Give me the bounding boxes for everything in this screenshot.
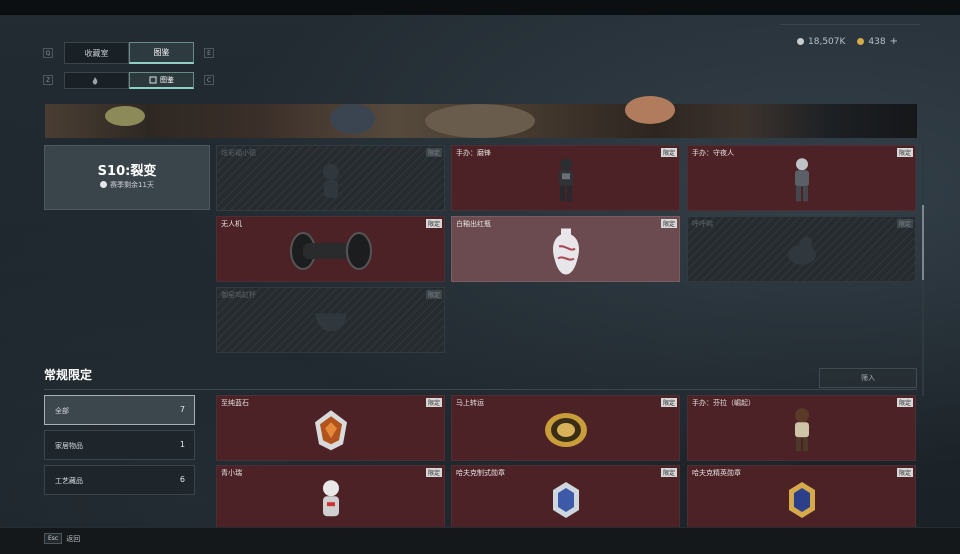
card-name: 无人机 — [221, 220, 242, 228]
collection-card[interactable]: 白釉出红瓶 限定 — [451, 216, 680, 282]
collection-card[interactable]: 哈夫克制式勋章 限定 — [451, 465, 680, 531]
tab-sub-1[interactable] — [64, 72, 129, 89]
add-currency-button[interactable]: + — [890, 36, 898, 47]
card-name: 哈夫克制式勋章 — [456, 469, 505, 477]
tab-collection-room[interactable]: 收藏室 — [64, 42, 129, 64]
gold-currency: 438 + — [857, 36, 898, 47]
limited-badge: 限定 — [660, 468, 677, 477]
limited-badge: 限定 — [425, 219, 442, 228]
filter-count: 6 — [179, 475, 185, 484]
card-name: 哈夫克精英勋章 — [692, 469, 741, 477]
limited-badge: 限定 — [425, 468, 442, 477]
card-name: 白釉出红瓶 — [456, 220, 491, 228]
back-label: 返回 — [66, 534, 81, 543]
card-name: 青小瑞 — [221, 469, 242, 477]
divider — [780, 24, 920, 25]
compass-icon — [544, 413, 587, 447]
limited-badge: 限定 — [425, 148, 442, 157]
season-banner-image — [45, 96, 917, 138]
key-hint-c: C — [204, 75, 214, 85]
filter-craft-items[interactable]: 工艺藏品 6 — [44, 465, 195, 495]
secondary-tabs: 图鉴 — [64, 72, 194, 89]
collection-card[interactable]: 御窑鸡缸杯 限定 — [216, 287, 445, 353]
medal-icon — [552, 482, 579, 518]
filter-label: 工艺藏品 — [55, 477, 83, 485]
season-title: S10:裂变 — [97, 164, 157, 179]
drone-icon — [289, 232, 372, 270]
key-hint-e: E — [204, 48, 214, 58]
limited-badge: 限定 — [425, 290, 442, 299]
duck-silhouette-icon — [787, 236, 816, 265]
collection-card[interactable]: 哈夫克精英勋章 限定 — [687, 465, 916, 531]
limited-badge: 限定 — [896, 219, 913, 228]
figure-silhouette-icon — [322, 164, 339, 198]
card-name: 至纯蓝石 — [221, 399, 249, 407]
gemstone-icon — [314, 410, 347, 451]
collection-card[interactable]: 马上转运 限定 — [451, 395, 680, 461]
card-name: 手办：芬拉（崛起） — [692, 399, 755, 407]
gold-coin-icon — [857, 38, 865, 45]
section-divider — [44, 389, 917, 390]
esc-key-hint: Esc — [44, 533, 63, 544]
sort-button[interactable]: 筛入 — [819, 368, 917, 388]
card-name: 御窑鸡缸杯 — [221, 291, 256, 299]
collection-card[interactable]: 青小瑞 限定 — [216, 465, 445, 531]
collection-card[interactable]: 呼呼鸭 限定 — [687, 216, 916, 282]
collection-card[interactable]: 炫彩福小德 限定 — [216, 145, 445, 211]
limited-badge: 限定 — [425, 398, 442, 407]
clock-icon — [100, 181, 108, 188]
card-name: 手办：磨锋 — [456, 149, 491, 157]
filter-count: 7 — [179, 405, 185, 414]
card-name: 马上转运 — [456, 399, 484, 407]
limited-badge: 限定 — [660, 398, 677, 407]
flame-icon — [92, 76, 98, 84]
key-hint-z: Z — [43, 75, 53, 85]
limited-badge: 限定 — [896, 148, 913, 157]
card-name: 呼呼鸭 — [692, 220, 713, 228]
limited-badge: 限定 — [660, 148, 677, 157]
soldier-figure-icon — [558, 158, 573, 202]
filter-home-items[interactable]: 家居物品 1 — [44, 430, 195, 460]
tab-sub-catalog[interactable]: 图鉴 — [129, 72, 194, 89]
title-bar — [0, 0, 960, 15]
limited-badge: 限定 — [660, 219, 677, 228]
bottom-bar — [0, 527, 960, 554]
card-name: 炫彩福小德 — [221, 149, 256, 157]
soldier-figure-icon — [794, 158, 809, 202]
filter-label: 全部 — [55, 407, 69, 415]
collection-card[interactable]: 手办：磨锋 限定 — [451, 145, 680, 211]
key-hint-q: Q — [43, 48, 53, 58]
limited-badge: 限定 — [896, 468, 913, 477]
filter-label: 家居物品 — [55, 442, 83, 450]
silver-value: 18,507K — [808, 36, 846, 47]
tab-catalog[interactable]: 图鉴 — [129, 42, 194, 64]
collection-card[interactable]: 至纯蓝石 限定 — [216, 395, 445, 461]
filter-count: 1 — [179, 440, 185, 449]
book-icon — [149, 76, 157, 84]
collection-card[interactable]: 手办：芬拉（崛起） 限定 — [687, 395, 916, 461]
limited-badge: 限定 — [896, 398, 913, 407]
collection-card[interactable]: 无人机 限定 — [216, 216, 445, 282]
vase-icon — [552, 228, 579, 275]
cup-silhouette-icon — [314, 313, 347, 332]
figure-icon — [322, 480, 339, 517]
back-button[interactable]: Esc 返回 — [44, 533, 80, 544]
tab-sub-catalog-label: 图鉴 — [160, 76, 174, 84]
season-panel: S10:裂变 赛季剩余11天 — [44, 145, 210, 210]
primary-tabs: 收藏室 图鉴 — [64, 42, 194, 64]
scrollbar-thumb[interactable] — [922, 205, 924, 280]
collection-card[interactable]: 手办：守夜人 限定 — [687, 145, 916, 211]
female-figure-icon — [794, 408, 809, 452]
card-name: 手办：守夜人 — [692, 149, 734, 157]
filter-all[interactable]: 全部 7 — [44, 395, 195, 425]
season-remaining-text: 赛季剩余11天 — [110, 181, 154, 189]
elite-medal-icon — [788, 482, 815, 518]
silver-coin-icon — [797, 38, 805, 45]
gold-value: 438 — [868, 36, 886, 47]
section-title: 常规限定 — [44, 368, 93, 382]
currency-bar: 18,507K 438 + — [797, 36, 898, 47]
season-remaining: 赛季剩余11天 — [45, 180, 209, 190]
silver-currency: 18,507K — [797, 36, 845, 47]
